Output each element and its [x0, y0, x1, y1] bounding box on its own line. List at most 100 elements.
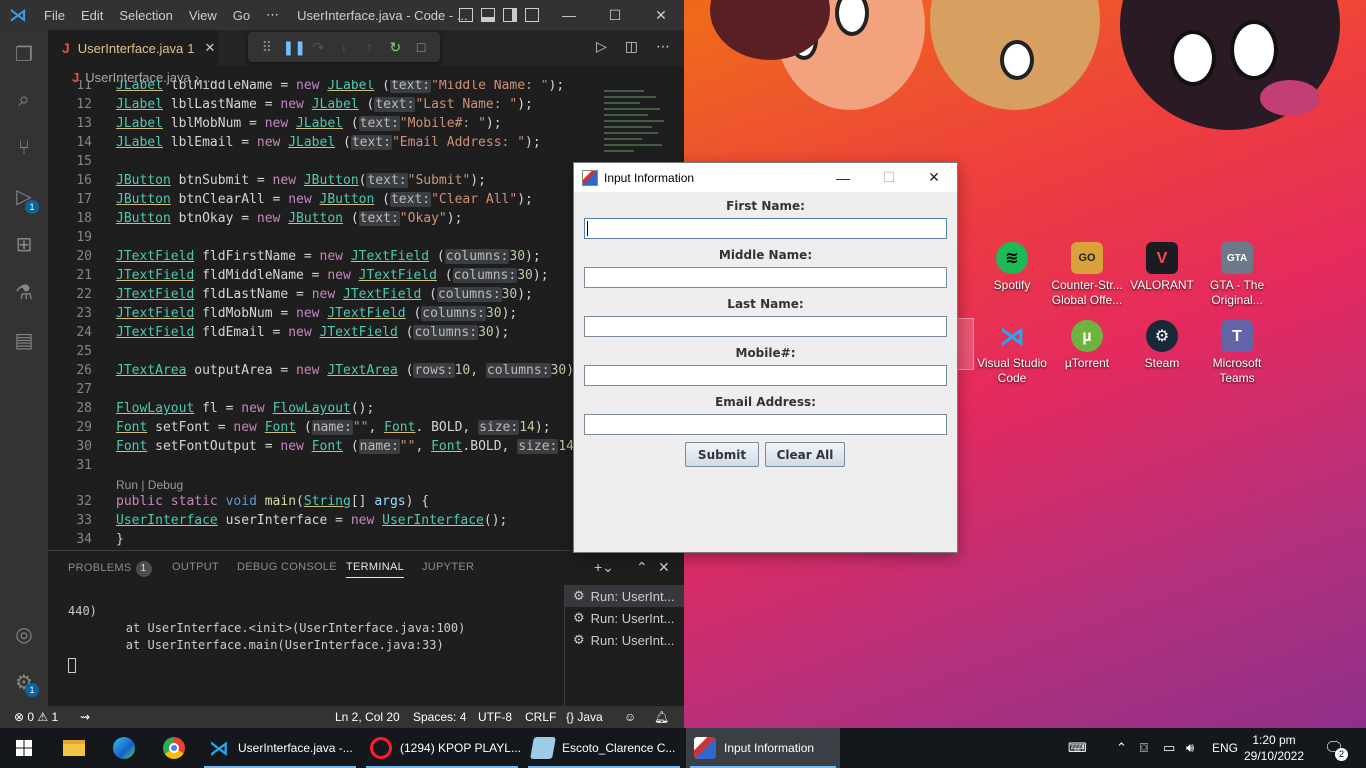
desktop-icon-csgo[interactable]: GO Counter-Str... Global Offe... [1049, 242, 1125, 308]
desktop-icon-label: Spotify [993, 278, 1031, 292]
language-mode[interactable]: {} Java [566, 710, 603, 724]
utorrent-icon: µ [1071, 320, 1103, 352]
menu-file[interactable]: File [36, 8, 73, 23]
minimize-icon[interactable]: — [546, 0, 592, 30]
line-number: 12 [76, 97, 92, 112]
close-icon[interactable]: ✕ [638, 0, 684, 30]
first-name-field[interactable] [584, 218, 947, 239]
extensions-icon[interactable]: ⊞ [12, 232, 36, 256]
tab-close-icon[interactable]: ✕ [205, 40, 216, 56]
last-name-field[interactable] [584, 316, 947, 337]
explorer-icon[interactable]: ❐ [12, 42, 36, 66]
tab-terminal[interactable]: TERMINAL [346, 561, 405, 578]
edge-taskbar-icon[interactable] [100, 728, 148, 768]
meet-now-icon[interactable]: ⌼ [1140, 740, 1148, 756]
debug-toolbar: ⠿ ❚❚ ↷ ↓ ↑ ↻ □ [248, 32, 440, 62]
testing-icon[interactable]: ⚗ [12, 280, 36, 304]
drag-handle-icon[interactable]: ⠿ [257, 39, 277, 56]
restart-icon[interactable]: ↻ [385, 39, 405, 56]
tab-output[interactable]: OUTPUT [172, 561, 219, 573]
step-into-icon[interactable]: ↓ [334, 39, 354, 55]
toggle-secondary-sidebar-icon[interactable] [503, 8, 517, 22]
dialog-minimize-icon[interactable]: — [820, 163, 866, 192]
menu-more[interactable]: ⋯ [258, 7, 287, 23]
toggle-primary-sidebar-icon[interactable] [459, 8, 473, 22]
indentation[interactable]: Spaces: 4 [413, 710, 466, 724]
step-out-icon[interactable]: ↑ [360, 39, 380, 55]
minimap[interactable] [598, 88, 670, 168]
language-indicator[interactable]: ENG [1212, 741, 1238, 755]
file-explorer-taskbar-icon[interactable] [50, 728, 98, 768]
desktop-icon-utorrent[interactable]: µ µTorrent [1049, 320, 1125, 371]
customize-layout-icon[interactable] [525, 8, 539, 22]
menu-go[interactable]: Go [225, 8, 258, 23]
middle-name-label: Middle Name: [718, 248, 813, 262]
bottom-panel: PROBLEMS 1 OUTPUT DEBUG CONSOLE TERMINAL … [48, 550, 684, 707]
tab-jupyter[interactable]: JUPYTER [422, 561, 474, 573]
problems-status[interactable]: ⊗ 0 ⚠ 1 [14, 710, 58, 724]
encoding[interactable]: UTF-8 [478, 710, 512, 724]
tab-problems[interactable]: PROBLEMS 1 [68, 561, 152, 577]
search-icon[interactable]: ⌕ [12, 88, 36, 112]
minimap-line [604, 150, 634, 152]
terminal-session[interactable]: ⚙ Run: UserInt... [565, 607, 684, 629]
pause-icon[interactable]: ❚❚ [283, 39, 306, 56]
feedback-icon[interactable]: ☺ [624, 710, 636, 724]
account-icon[interactable]: ◎ [12, 622, 36, 646]
terminal-session-label: Run: UserInt... [590, 588, 675, 604]
maximize-panel-icon[interactable]: ⌃ [636, 559, 648, 576]
start-button[interactable] [0, 728, 48, 768]
submit-button[interactable]: Submit [685, 442, 759, 467]
toggle-panel-icon[interactable] [481, 8, 495, 22]
clear-all-button[interactable]: Clear All [765, 442, 845, 467]
desktop-icon-gta[interactable]: GTA GTA - The Original... [1199, 242, 1275, 308]
mobile-field[interactable] [584, 365, 947, 386]
dialog-close-icon[interactable]: ✕ [911, 163, 957, 192]
terminal-session[interactable]: ⚙ Run: UserInt... [565, 585, 684, 607]
code-line: JButton btnClearAll = new JButton (text:… [116, 192, 533, 207]
more-actions-icon[interactable]: ⋯ [656, 38, 670, 55]
desktop-icon-teams[interactable]: T Microsoft Teams [1199, 320, 1275, 386]
chrome-taskbar-icon[interactable] [150, 728, 198, 768]
new-terminal-icon[interactable]: +⌄ [594, 559, 614, 576]
codelens-run-debug[interactable]: Run | Debug [116, 478, 183, 492]
menu-edit[interactable]: Edit [73, 8, 111, 23]
line-ending[interactable]: CRLF [525, 710, 556, 724]
volume-icon[interactable]: 🔊︎ [1186, 740, 1194, 756]
show-hidden-icons-icon[interactable]: ⌃ [1116, 740, 1127, 756]
code-editor[interactable]: 11 JLabel lblMiddleName = new JLabel (tex… [48, 80, 598, 550]
taskbar-app-java[interactable]: Input Information [686, 728, 840, 768]
run-java-icon[interactable]: ▷ [596, 38, 607, 55]
remote-explorer-icon[interactable]: ▤ [12, 328, 36, 352]
taskbar-app-label: Escoto_Clarence C... [562, 741, 676, 755]
terminal-output[interactable]: 440) at UserInterface.<init>(UserInterfa… [68, 603, 465, 673]
middle-name-field[interactable] [584, 267, 947, 288]
notifications-bell-icon[interactable]: 🔔︎ [654, 710, 669, 724]
desktop-icon-vscode[interactable]: ⋊ Visual Studio Code [974, 320, 1050, 386]
desktop-icon-steam[interactable]: ⚙ Steam [1124, 320, 1200, 371]
desktop-icon-valorant[interactable]: V VALORANT [1124, 242, 1200, 293]
taskbar-app-notepad[interactable]: Escoto_Clarence C... [524, 728, 684, 768]
maximize-icon[interactable]: ☐ [592, 0, 638, 30]
step-over-icon[interactable]: ↷ [308, 39, 328, 56]
email-field[interactable] [584, 414, 947, 435]
network-icon[interactable]: ▭ [1163, 740, 1175, 756]
split-editor-icon[interactable]: ◫ [625, 38, 638, 55]
clock[interactable]: 1:20 pm 29/10/2022 [1240, 732, 1308, 764]
minimap-line [604, 108, 660, 110]
debug-status-icon[interactable]: ⇝ [80, 710, 90, 724]
stop-icon[interactable]: □ [411, 39, 431, 55]
touch-keyboard-icon[interactable]: ⌨ [1068, 740, 1087, 756]
line-number: 22 [76, 287, 92, 302]
cursor-position[interactable]: Ln 2, Col 20 [335, 710, 400, 724]
desktop-icon-spotify[interactable]: ≋ Spotify [974, 242, 1050, 293]
tab-debug-console[interactable]: DEBUG CONSOLE [237, 561, 337, 573]
menu-selection[interactable]: Selection [111, 8, 180, 23]
source-control-icon[interactable]: ⑂ [12, 136, 36, 160]
taskbar-app-opera[interactable]: (1294) KPOP PLAYL... [362, 728, 522, 768]
terminal-session[interactable]: ⚙ Run: UserInt... [565, 629, 684, 651]
taskbar-app-vscode[interactable]: ⋊ UserInterface.java -... [200, 728, 360, 768]
tab-userinterface-java[interactable]: J UserInterface.java 1 ✕ [48, 30, 218, 66]
close-panel-icon[interactable]: ✕ [658, 559, 670, 576]
menu-view[interactable]: View [181, 8, 225, 23]
